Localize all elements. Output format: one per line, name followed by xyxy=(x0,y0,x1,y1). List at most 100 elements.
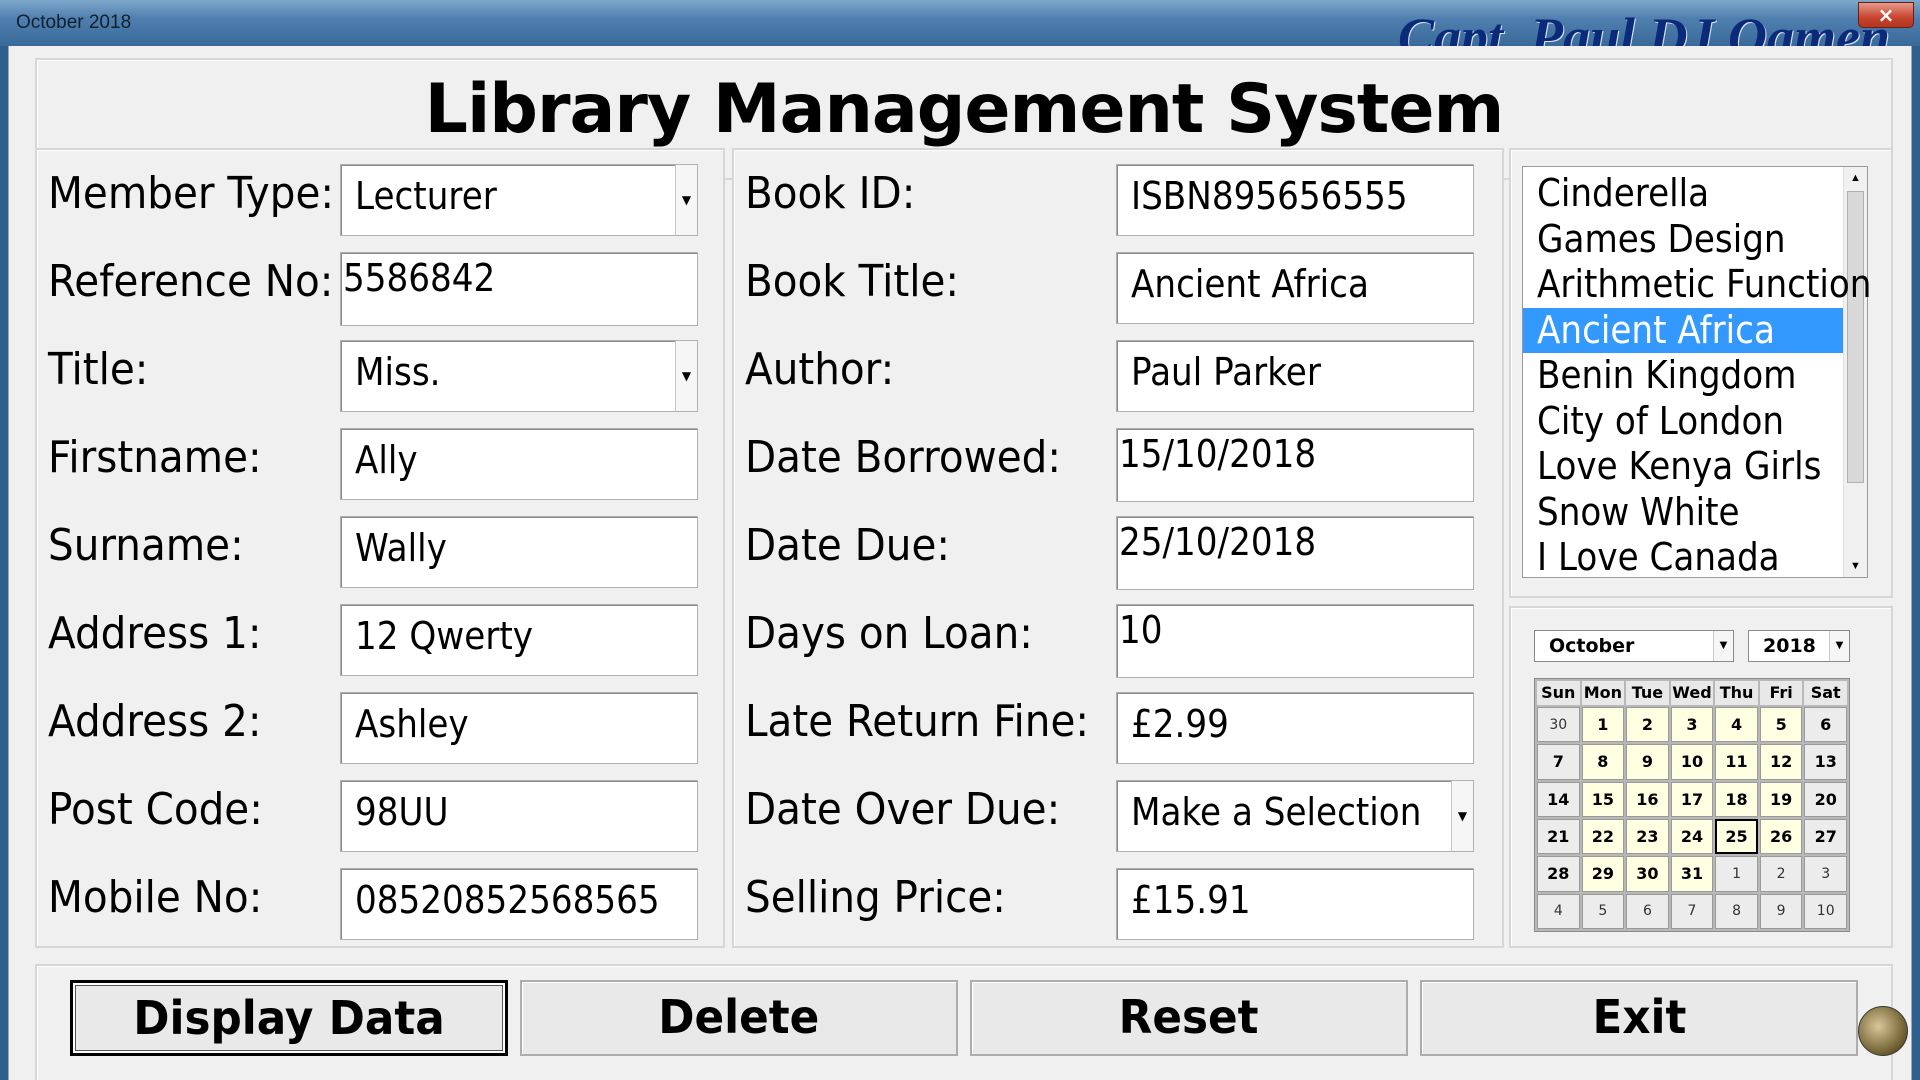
calendar-day[interactable]: 20 xyxy=(1804,781,1847,817)
address1-field[interactable]: 12 Qwerty xyxy=(340,604,698,676)
calendar-day[interactable]: 5 xyxy=(1759,707,1803,743)
calendar-year-select[interactable]: 2018 ▼ xyxy=(1748,630,1850,662)
book-id-field[interactable]: ISBN895656555 xyxy=(1116,164,1474,236)
calendar-day[interactable]: 14 xyxy=(1537,781,1580,817)
calendar-weekday-header: Sat xyxy=(1804,681,1847,705)
calendar-day[interactable]: 2 xyxy=(1759,856,1803,892)
scroll-down-arrow-icon[interactable]: ▼ xyxy=(1844,555,1867,577)
book-title-field[interactable]: Ancient Africa xyxy=(1116,252,1474,324)
calendar-day[interactable]: 3 xyxy=(1670,707,1714,743)
date-due-field[interactable]: 25/10/2018 xyxy=(1116,516,1474,590)
chevron-down-icon[interactable]: ▼ xyxy=(675,341,697,411)
reference-no-field[interactable]: 5586842 xyxy=(340,252,698,326)
calendar-day[interactable]: 1 xyxy=(1581,707,1625,743)
calendar-day[interactable]: 29 xyxy=(1581,856,1625,892)
mobile-no-field[interactable]: 08520852568565 xyxy=(340,868,698,940)
calendar-day[interactable]: 19 xyxy=(1759,781,1803,817)
delete-button[interactable]: Delete xyxy=(520,980,958,1056)
calendar-day[interactable]: 4 xyxy=(1715,707,1758,743)
book-list-item[interactable]: Snow White xyxy=(1523,490,1843,535)
calendar-day[interactable]: 31 xyxy=(1670,856,1714,892)
calendar-day[interactable]: 1 xyxy=(1715,856,1758,892)
book-list-item[interactable]: Games Design xyxy=(1523,217,1843,262)
calendar-day[interactable]: 25 xyxy=(1715,818,1758,855)
calendar-weekday-header: Thu xyxy=(1715,681,1758,705)
calendar-day[interactable]: 21 xyxy=(1537,818,1580,855)
calendar-day[interactable]: 13 xyxy=(1804,744,1847,780)
calendar-day[interactable]: 10 xyxy=(1670,744,1714,780)
calendar-day[interactable]: 7 xyxy=(1537,744,1580,780)
calendar-day[interactable]: 3 xyxy=(1804,856,1847,892)
calendar-year-value: 2018 xyxy=(1763,635,1816,657)
address2-field[interactable]: Ashley xyxy=(340,692,698,764)
book-list-item[interactable]: City of London xyxy=(1523,399,1843,444)
book-list-item[interactable]: Benin Kingdom xyxy=(1523,353,1843,398)
book-list-item[interactable]: Arithmetic Function xyxy=(1523,262,1871,307)
title-select[interactable]: Miss. ▼ xyxy=(340,340,698,412)
calendar-day[interactable]: 17 xyxy=(1670,781,1714,817)
window-title: October 2018 xyxy=(16,12,132,33)
calendar-day[interactable]: 6 xyxy=(1804,707,1847,743)
calendar-day[interactable]: 24 xyxy=(1670,818,1714,855)
calendar-day[interactable]: 8 xyxy=(1581,744,1625,780)
calendar-day[interactable]: 7 xyxy=(1670,893,1714,929)
book-id-value: ISBN895656555 xyxy=(1131,174,1408,218)
calendar-day[interactable]: 15 xyxy=(1581,781,1625,817)
date-due-value: 25/10/2018 xyxy=(1119,520,1317,564)
chevron-down-icon[interactable]: ▼ xyxy=(1713,631,1733,661)
exit-label: Exit xyxy=(1592,990,1686,1044)
reference-no-value: 5586842 xyxy=(343,256,496,300)
calendar-day[interactable]: 30 xyxy=(1626,856,1669,892)
calendar-day[interactable]: 9 xyxy=(1759,893,1803,929)
selling-price-field[interactable]: £15.91 xyxy=(1116,868,1474,940)
author-field[interactable]: Paul Parker xyxy=(1116,340,1474,412)
calendar-day[interactable]: 12 xyxy=(1759,744,1803,780)
date-borrowed-field[interactable]: 15/10/2018 xyxy=(1116,428,1474,502)
chevron-down-icon[interactable]: ▼ xyxy=(675,165,697,235)
author-label: Author: xyxy=(745,344,895,395)
calendar-day[interactable]: 2 xyxy=(1626,707,1669,743)
chevron-down-icon[interactable]: ▼ xyxy=(1451,781,1473,851)
calendar-day[interactable]: 28 xyxy=(1537,856,1580,892)
calendar-day[interactable]: 22 xyxy=(1581,818,1625,855)
calendar-day[interactable]: 9 xyxy=(1626,744,1669,780)
reset-label: Reset xyxy=(1119,990,1259,1044)
book-list-item[interactable]: Ancient Africa xyxy=(1523,307,1843,353)
calendar-day[interactable]: 11 xyxy=(1715,744,1758,780)
member-type-select[interactable]: Lecturer ▼ xyxy=(340,164,698,236)
calendar-day[interactable]: 6 xyxy=(1626,893,1669,929)
calendar-day[interactable]: 18 xyxy=(1715,781,1758,817)
calendar-month-select[interactable]: October ▼ xyxy=(1534,630,1734,662)
surname-field[interactable]: Wally xyxy=(340,516,698,588)
calendar-day[interactable]: 4 xyxy=(1537,893,1580,929)
calendar-day[interactable]: 26 xyxy=(1759,818,1803,855)
days-on-loan-field[interactable]: 10 xyxy=(1116,604,1474,678)
book-listbox[interactable]: ▲ ▼ Cinderella Games Design Arithmetic Fun… xyxy=(1522,166,1871,580)
calendar-day[interactable]: 10 xyxy=(1804,893,1847,929)
chevron-down-icon[interactable]: ▼ xyxy=(1829,631,1849,661)
calendar-day[interactable]: 16 xyxy=(1626,781,1669,817)
scroll-up-arrow-icon[interactable]: ▲ xyxy=(1844,167,1867,189)
window-titlebar: October 2018 Capt. Paul DJ Oamen × xyxy=(0,0,1920,67)
scrollbar-thumb[interactable] xyxy=(1847,191,1864,483)
post-code-label: Post Code: xyxy=(48,784,263,835)
post-code-field[interactable]: 98UU xyxy=(340,780,698,852)
calendar-day[interactable]: 8 xyxy=(1715,893,1758,929)
reference-no-label: Reference No: xyxy=(48,256,334,307)
close-window-button[interactable]: × xyxy=(1858,2,1914,28)
listbox-scrollbar[interactable]: ▲ ▼ xyxy=(1843,167,1867,577)
date-over-due-select[interactable]: Make a Selection ▼ xyxy=(1116,780,1474,852)
book-list-item[interactable]: I Love Canada xyxy=(1523,535,1843,580)
late-return-fine-field[interactable]: £2.99 xyxy=(1116,692,1474,764)
firstname-field[interactable]: Ally xyxy=(340,428,698,500)
calendar-day[interactable]: 30 xyxy=(1537,707,1580,743)
book-list-item[interactable]: Love Kenya Girls xyxy=(1523,444,1843,489)
display-data-button[interactable]: Display Data xyxy=(70,980,508,1056)
app-logo-icon xyxy=(1858,1006,1908,1056)
book-list-item[interactable]: Cinderella xyxy=(1523,171,1843,216)
calendar-day[interactable]: 5 xyxy=(1581,893,1625,929)
calendar-day[interactable]: 27 xyxy=(1804,818,1847,855)
reset-button[interactable]: Reset xyxy=(970,980,1408,1056)
calendar-day[interactable]: 23 xyxy=(1626,818,1669,855)
exit-button[interactable]: Exit xyxy=(1420,980,1858,1056)
